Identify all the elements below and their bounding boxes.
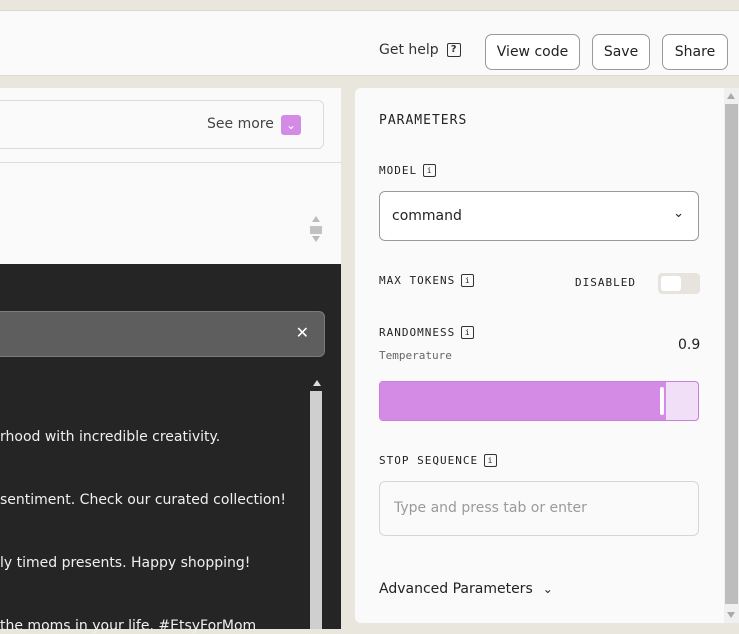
randomness-label: RANDOMNESS	[379, 326, 456, 339]
output-line: the moms in your life. #EtsyForMom	[0, 618, 257, 634]
chevron-down-icon: ⌄	[673, 206, 684, 221]
advanced-parameters-label: Advanced Parameters	[379, 581, 533, 597]
temperature-label: Temperature	[379, 349, 452, 362]
stop-sequence-field[interactable]	[379, 481, 699, 536]
get-help-link[interactable]: Get help ?	[379, 42, 461, 58]
info-icon[interactable]: i	[423, 164, 437, 177]
randomness-label-row: RANDOMNESS i	[379, 326, 475, 339]
prompt-scrollbar[interactable]	[310, 216, 322, 246]
output-scroll-up-icon[interactable]	[313, 380, 321, 386]
model-value: command	[392, 208, 462, 224]
prompt-panel: See more ⌄	[0, 88, 341, 264]
view-code-button[interactable]: View code	[485, 34, 580, 70]
info-icon[interactable]: i	[461, 326, 475, 339]
output-scroll-thumb[interactable]	[310, 391, 322, 629]
slider-fill	[380, 382, 666, 420]
max-tokens-label-row: MAX TOKENS i	[379, 274, 475, 287]
parameters-panel: PARAMETERS MODEL i command ⌄ MAX TOKENS …	[355, 88, 739, 623]
info-icon[interactable]: i	[461, 274, 475, 287]
get-help-label: Get help	[379, 42, 439, 58]
chevron-down-icon: ⌄	[542, 582, 553, 596]
chevron-down-icon[interactable]: ⌄	[281, 115, 301, 135]
randomness-value: 0.9	[678, 337, 701, 353]
scroll-thumb[interactable]	[725, 104, 738, 604]
randomness-slider[interactable]	[379, 381, 699, 421]
scroll-down-icon[interactable]	[727, 612, 735, 618]
scroll-up-icon[interactable]	[727, 93, 735, 99]
stop-sequence-input[interactable]	[392, 499, 686, 517]
scroll-down-icon[interactable]	[312, 236, 320, 242]
help-icon: ?	[446, 43, 461, 57]
output-line: sentiment. Check our curated collection!	[0, 492, 286, 508]
divider	[0, 162, 341, 163]
save-button[interactable]: Save	[592, 34, 650, 70]
max-tokens-toggle[interactable]	[658, 273, 700, 294]
output-line: rhood with incredible creativity.	[0, 429, 221, 445]
page-scrollbar[interactable]	[724, 88, 739, 623]
scroll-thumb[interactable]	[310, 226, 322, 234]
output-panel: ✕ rhood with incredible creativity. sent…	[0, 264, 341, 634]
info-icon[interactable]: i	[484, 454, 498, 467]
scroll-up-icon[interactable]	[312, 216, 320, 222]
advanced-parameters-toggle[interactable]: Advanced Parameters ⌄	[379, 581, 553, 597]
model-label-row: MODEL i	[379, 164, 437, 177]
stop-sequence-label: STOP SEQUENCE	[379, 454, 479, 467]
model-select[interactable]: command ⌄	[379, 191, 699, 241]
max-tokens-label: MAX TOKENS	[379, 274, 456, 287]
output-header-bar: ✕	[0, 311, 325, 357]
parameters-title: PARAMETERS	[379, 113, 468, 128]
see-more-label[interactable]: See more	[207, 116, 274, 132]
model-label: MODEL	[379, 164, 418, 177]
toggle-knob	[661, 276, 681, 291]
close-icon[interactable]: ✕	[296, 323, 309, 342]
stop-sequence-label-row: STOP SEQUENCE i	[379, 454, 498, 467]
share-button[interactable]: Share	[662, 34, 728, 70]
output-line: ly timed presents. Happy shopping!	[0, 555, 251, 571]
top-bar: Get help ? View code Save Share	[0, 10, 739, 76]
max-tokens-state: DISABLED	[575, 276, 636, 289]
slider-handle[interactable]	[660, 387, 664, 415]
examples-bar: See more ⌄	[0, 100, 324, 149]
